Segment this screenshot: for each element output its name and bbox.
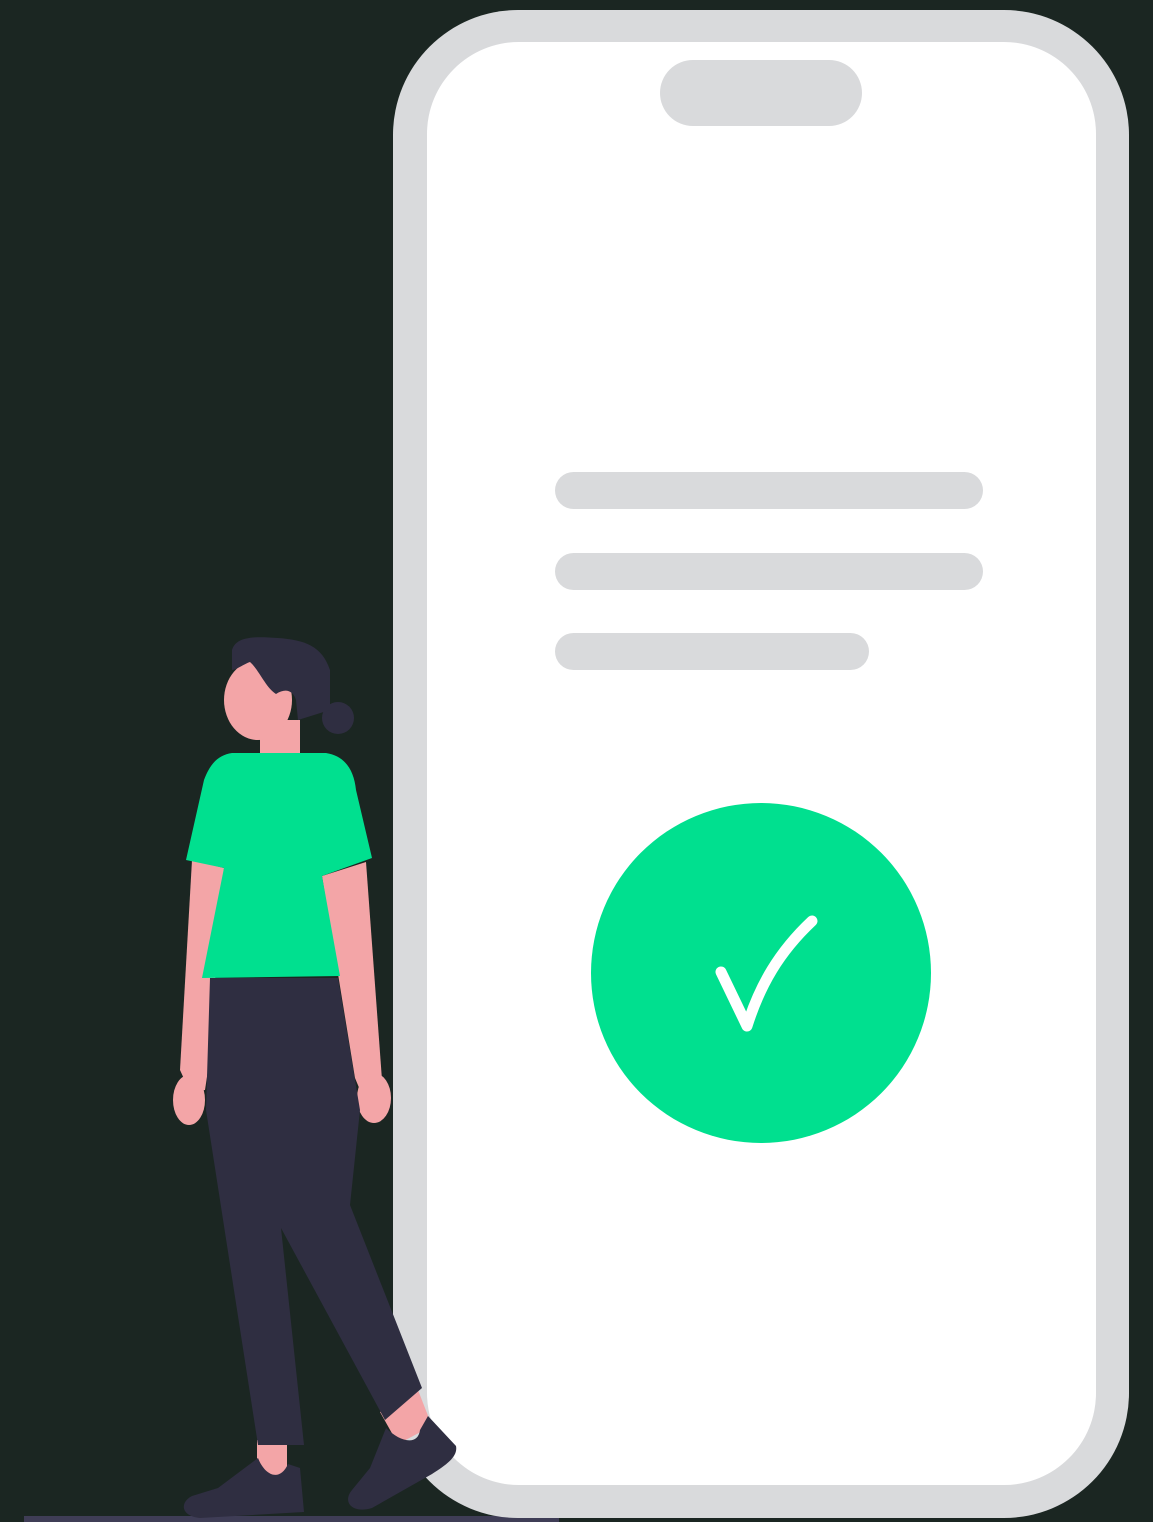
phone-screen	[427, 42, 1096, 1485]
floor-line	[24, 1516, 559, 1522]
phone-notch	[660, 60, 862, 126]
placeholder-line	[555, 553, 983, 590]
success-illustration	[0, 0, 1153, 1522]
placeholder-line	[555, 472, 983, 509]
illustration-stage	[0, 0, 1153, 1522]
person-right-hand	[357, 1073, 391, 1123]
placeholder-line	[555, 633, 869, 670]
success-circle	[591, 803, 931, 1143]
person-left-hand	[173, 1075, 205, 1125]
phone	[393, 10, 1129, 1518]
